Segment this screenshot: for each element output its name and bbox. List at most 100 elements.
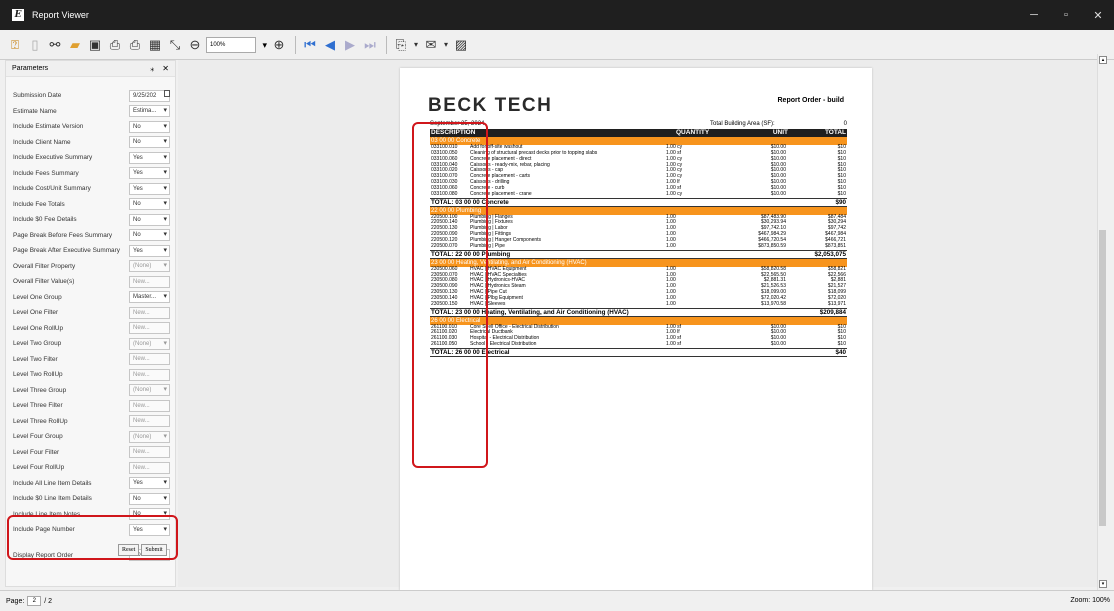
print-preview-icon[interactable]: ⎙: [126, 36, 144, 54]
last-page-icon[interactable]: ⏭: [361, 36, 379, 54]
parameter-dropdown[interactable]: Yes: [129, 477, 170, 490]
document-map-icon[interactable]: ▯: [26, 36, 44, 54]
parameter-row: Level Four Filter New...: [6, 445, 175, 461]
value-input[interactable]: New...: [129, 415, 170, 428]
parameters-title: Parameters: [12, 65, 49, 72]
parameter-row: Page Break Before Fees Summary No: [6, 228, 175, 244]
export-dropdown-icon[interactable]: ▾: [412, 36, 420, 54]
parameter-row: Overall Filter Property (None): [6, 259, 175, 275]
find-icon[interactable]: ⚯: [46, 36, 64, 54]
zoom-in-icon[interactable]: ⊕: [270, 36, 288, 54]
section-total-row: TOTAL: 23 00 00 Heating, Ventilating, an…: [430, 307, 847, 317]
print-icon[interactable]: ⎙: [106, 36, 124, 54]
parameter-label: Page Break Before Fees Summary: [13, 231, 113, 239]
zoom-select[interactable]: 100%: [206, 36, 267, 53]
parameter-label: Include Fees Summary: [13, 169, 79, 177]
page-setup-icon[interactable]: ▦: [146, 36, 164, 54]
parameter-label: Include Estimate Version: [13, 123, 84, 131]
email-dropdown-icon[interactable]: ▾: [442, 36, 450, 54]
send-email-icon[interactable]: ✉: [422, 36, 440, 54]
parameter-dropdown[interactable]: (None): [129, 430, 170, 443]
parameter-dropdown[interactable]: (None): [129, 260, 170, 273]
header-unit: UNIT: [772, 129, 788, 136]
parameter-row: Include Estimate Version No: [6, 119, 175, 135]
app-logo-icon: E: [12, 9, 24, 21]
status-bar: Page: 2 / 2 Zoom: 100%: [0, 590, 1114, 611]
calendar-icon[interactable]: [164, 90, 170, 97]
parameter-label: Overall Filter Property: [13, 262, 76, 270]
page-label: Page:: [6, 597, 25, 605]
page-number-input[interactable]: 2: [27, 596, 42, 606]
page-total: / 2: [44, 597, 53, 605]
minimize-button[interactable]: ─: [1018, 0, 1050, 30]
report-title: Report Order - build: [777, 97, 845, 104]
parameter-dropdown[interactable]: No: [129, 229, 170, 242]
parameter-row: Level Two Group (None): [6, 336, 175, 352]
parameter-dropdown[interactable]: Yes: [129, 182, 170, 195]
parameter-dropdown[interactable]: No: [129, 136, 170, 149]
parameter-row: Include Client Name No: [6, 135, 175, 151]
scroll-down-icon[interactable]: ▾: [1099, 580, 1107, 588]
parameter-dropdown[interactable]: No: [129, 492, 170, 505]
parameter-dropdown[interactable]: No: [129, 120, 170, 133]
parameter-dropdown[interactable]: No: [129, 198, 170, 211]
scroll-thumb[interactable]: [1099, 230, 1106, 526]
next-page-icon[interactable]: ▶: [341, 36, 359, 54]
zoom-out-icon[interactable]: ⊖: [186, 36, 204, 54]
parameter-row: Include Executive Summary Yes: [6, 150, 175, 166]
parameter-dropdown[interactable]: Master...: [129, 291, 170, 304]
parameter-row: Level Two RollUp New...: [6, 367, 175, 383]
parameter-row: Level One Group Master...: [6, 290, 175, 306]
report-meta: September 25, 2024 Total Building Area (…: [430, 121, 847, 129]
area-label: Total Building Area (SF):: [710, 121, 775, 127]
scroll-up-icon[interactable]: ▴: [1099, 56, 1107, 64]
parameter-dropdown[interactable]: No: [129, 213, 170, 226]
parameter-row: Level Two Filter New...: [6, 352, 175, 368]
section-total-row: TOTAL: 03 00 00 Concrete $90: [430, 197, 847, 207]
parameter-dropdown[interactable]: (None): [129, 384, 170, 397]
parameters-header: Parameters ⁎ ✕: [6, 61, 175, 77]
maximize-button[interactable]: ▫: [1050, 0, 1082, 30]
parameter-label: Level Three RollUp: [13, 417, 68, 425]
parameter-label: Include $0 Fee Details: [13, 216, 77, 224]
parameter-row: Level Three RollUp New...: [6, 414, 175, 430]
fit-page-icon[interactable]: ⤡: [166, 36, 184, 54]
value-input[interactable]: New...: [129, 275, 170, 288]
close-panel-icon[interactable]: ✕: [162, 64, 169, 73]
parameter-dropdown[interactable]: Yes: [129, 167, 170, 180]
parameter-row: Include $0 Fee Details No: [6, 212, 175, 228]
pin-icon[interactable]: ⁎: [150, 64, 154, 73]
section-total-row: TOTAL: 26 00 00 Electrical $40: [430, 347, 847, 357]
watermark-icon[interactable]: ▨: [452, 36, 470, 54]
first-page-icon[interactable]: ⏮: [301, 36, 319, 54]
parameter-dropdown[interactable]: Yes: [129, 244, 170, 257]
value-input[interactable]: New...: [129, 322, 170, 335]
parameter-row: Estimate Name Estima...: [6, 104, 175, 120]
save-icon[interactable]: ▣: [86, 36, 104, 54]
value-input[interactable]: New...: [129, 368, 170, 381]
header-total: TOTAL: [824, 129, 846, 136]
parameter-label: Include Executive Summary: [13, 154, 93, 162]
parameter-dropdown[interactable]: Yes: [129, 151, 170, 164]
previous-page-icon[interactable]: ◀: [321, 36, 339, 54]
parameter-label: Include All Line Item Details: [13, 479, 92, 487]
value-input[interactable]: New...: [129, 446, 170, 459]
vertical-scrollbar[interactable]: ▴ ▾: [1097, 54, 1107, 590]
parameters-list: Submission Date 9/25/202 Estimate Name Esti…: [6, 88, 175, 563]
export-icon[interactable]: ⎘: [392, 36, 410, 54]
parameter-row: Level One Filter New...: [6, 305, 175, 321]
title-bar: E Report Viewer ─ ▫ ✕: [0, 0, 1114, 30]
parameter-dropdown[interactable]: (None): [129, 337, 170, 350]
value-input[interactable]: New...: [129, 353, 170, 366]
open-folder-icon[interactable]: ▰: [66, 36, 84, 54]
parameter-label: Estimate Name: [13, 107, 57, 115]
parameter-label: Level Four Filter: [13, 448, 60, 456]
parameter-dropdown[interactable]: Estima...: [129, 105, 170, 118]
close-button[interactable]: ✕: [1082, 0, 1114, 30]
value-input[interactable]: New...: [129, 306, 170, 319]
value-input[interactable]: New...: [129, 399, 170, 412]
value-input[interactable]: New...: [129, 461, 170, 474]
toggle-parameters-icon[interactable]: ⍰: [6, 36, 24, 54]
parameter-row: Include All Line Item Details Yes: [6, 476, 175, 492]
parameter-label: Submission Date: [13, 92, 62, 100]
